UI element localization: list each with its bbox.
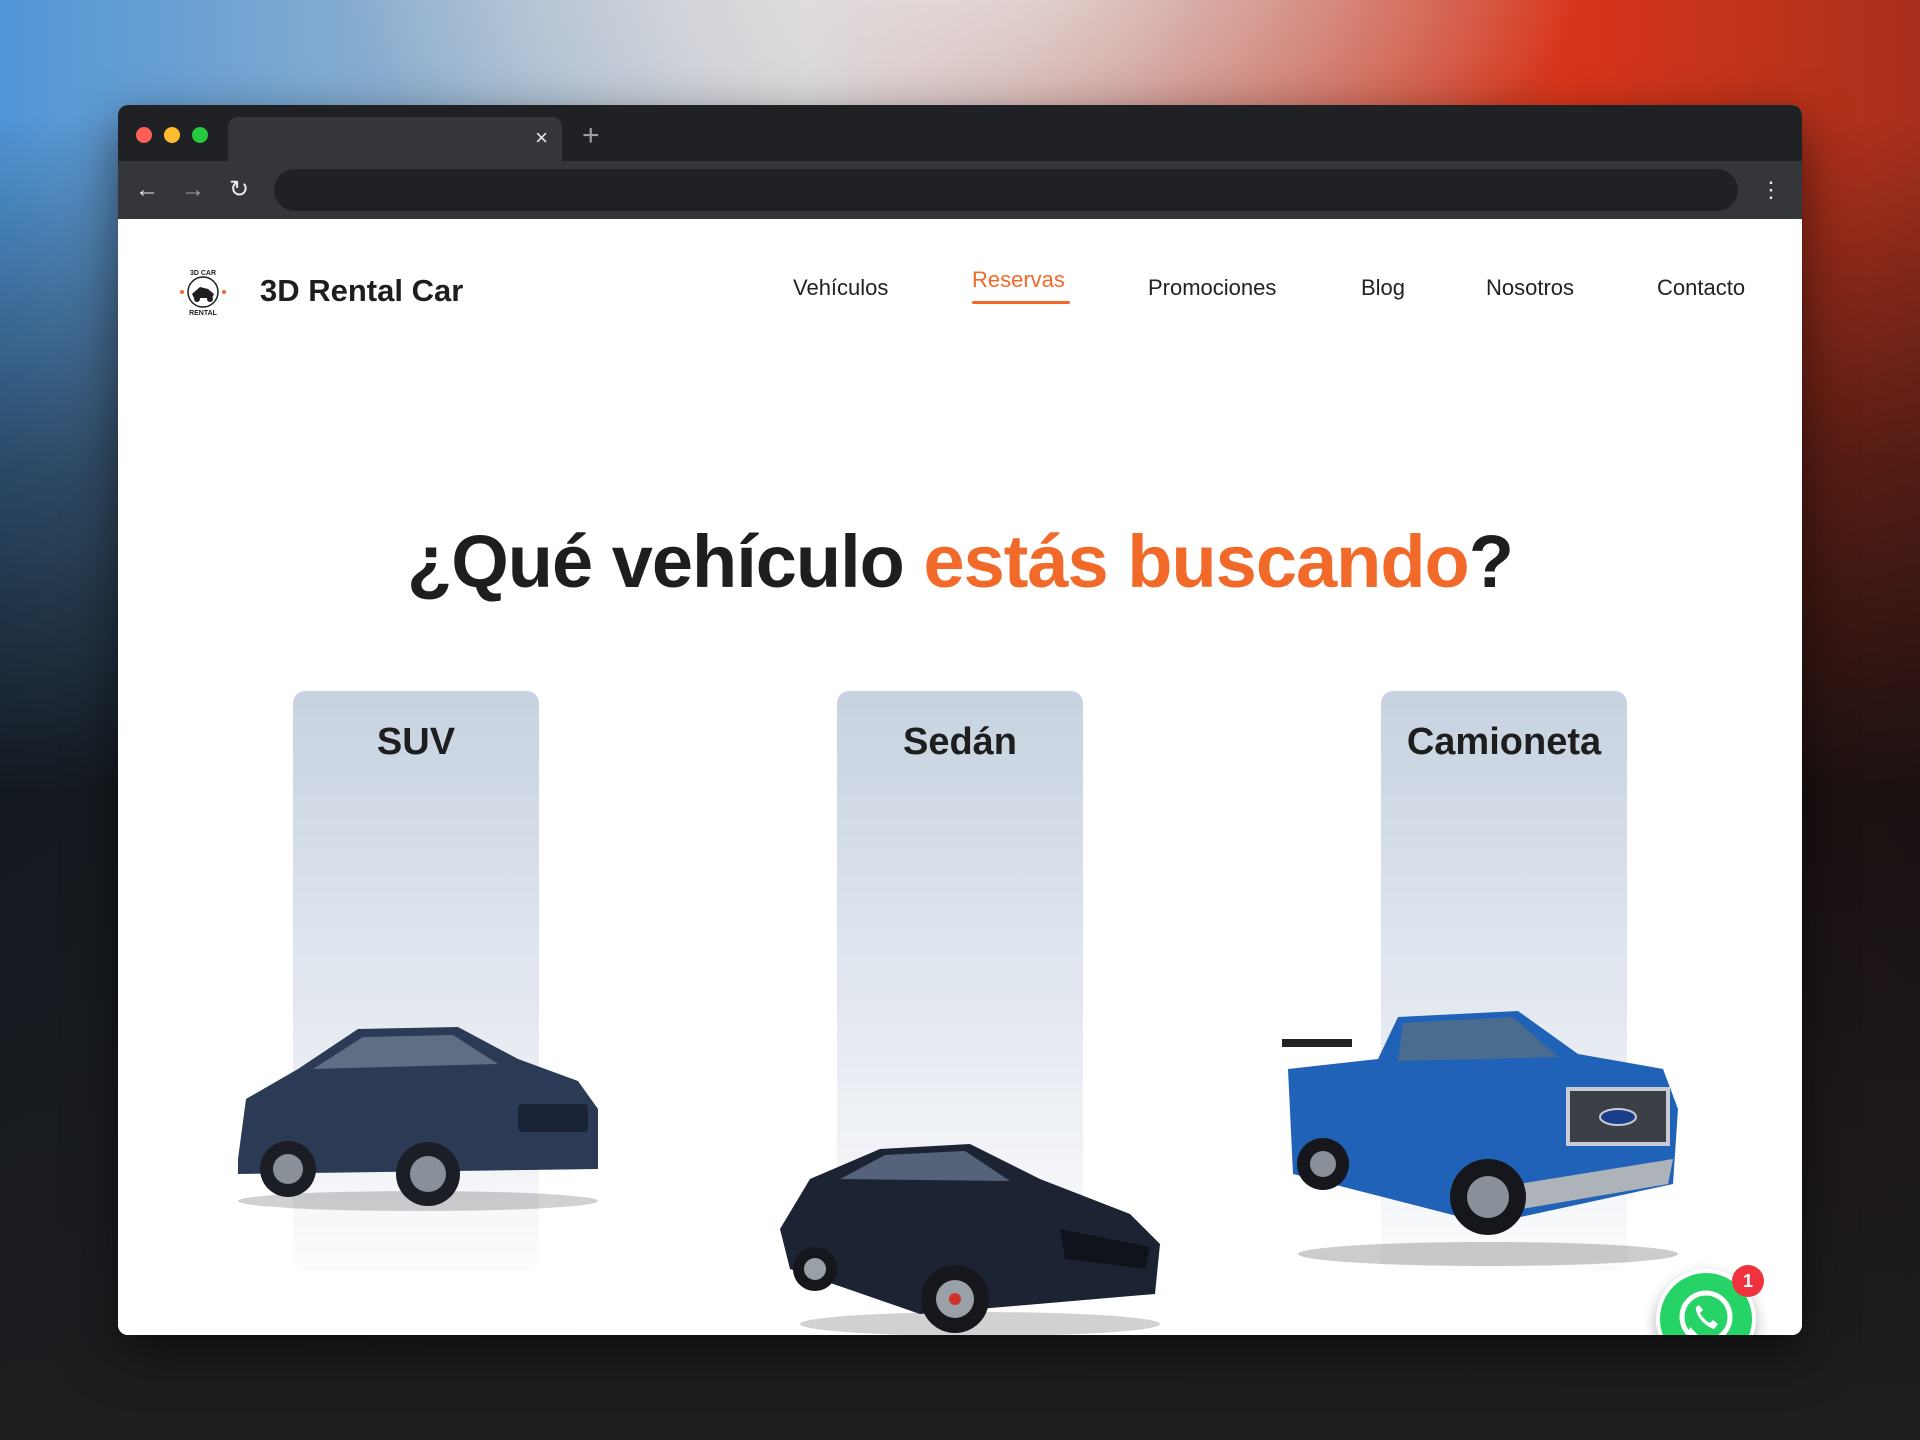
browser-titlebar: × + [118, 105, 1802, 161]
minimize-window-button[interactable] [164, 127, 180, 143]
address-bar[interactable] [274, 169, 1738, 211]
close-window-button[interactable] [136, 127, 152, 143]
title-accent: estás buscando [923, 519, 1469, 603]
logo-text-top: 3D CAR [190, 270, 216, 277]
sedan-image [780, 1144, 1160, 1335]
browser-tab[interactable]: × [228, 117, 562, 161]
nav-item-reservas[interactable]: Reservas [972, 267, 1065, 293]
title-start: ¿Qué vehículo [407, 519, 924, 603]
category-label-camioneta: Camioneta [1406, 721, 1602, 763]
active-nav-underline [972, 301, 1070, 304]
brand-name[interactable]: 3D Rental Car [260, 273, 463, 309]
nav-item-nosotros[interactable]: Nosotros [1486, 275, 1574, 301]
tab-close-icon[interactable]: × [535, 125, 548, 151]
notification-badge: 1 [1732, 1265, 1764, 1297]
pickup-truck-image [1282, 1011, 1678, 1266]
new-tab-icon[interactable]: + [582, 121, 600, 151]
back-arrow-icon[interactable]: ← [132, 175, 162, 205]
browser-menu-icon[interactable]: ⋮ [1760, 175, 1782, 205]
suv-image [238, 1027, 598, 1211]
browser-window: × + ← → ↻ ⋮ 3D CAR RENTAL 3D Rental Car … [118, 105, 1802, 1335]
browser-toolbar: ← → ↻ ⋮ [118, 161, 1802, 219]
nav-item-promociones[interactable]: Promociones [1148, 275, 1276, 301]
title-end: ? [1468, 519, 1514, 603]
nav-item-contacto[interactable]: Contacto [1657, 275, 1745, 301]
forward-arrow-icon[interactable]: → [178, 175, 208, 205]
category-label-suv: SUV [376, 721, 456, 763]
logo-text-bottom: RENTAL [189, 310, 218, 317]
category-label-sedan: Sedán [902, 721, 1018, 763]
page-title: ¿Qué vehículo estás buscando? [118, 519, 1802, 604]
brand-logo-icon[interactable]: 3D CAR RENTAL [178, 267, 228, 317]
nav-item-blog[interactable]: Blog [1361, 275, 1405, 301]
web-page: 3D CAR RENTAL 3D Rental Car Vehículos Re… [118, 219, 1802, 1335]
reload-icon[interactable]: ↻ [224, 175, 254, 205]
maximize-window-button[interactable] [192, 127, 208, 143]
nav-item-vehiculos[interactable]: Vehículos [793, 275, 888, 301]
